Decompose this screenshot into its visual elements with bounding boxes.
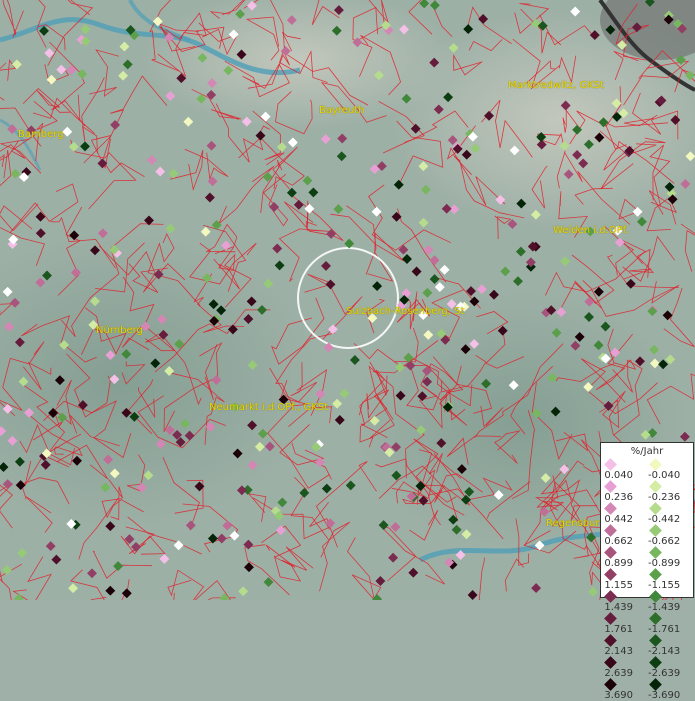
legend-value: 0.442 bbox=[604, 514, 633, 525]
legend-swatch-icon bbox=[649, 633, 662, 647]
legend-swatch-icon bbox=[649, 523, 662, 537]
legend-unit: %/Jahr bbox=[630, 446, 664, 457]
legend-swatch-icon bbox=[604, 677, 617, 691]
legend-row: 1.761 -1.761 bbox=[603, 611, 693, 635]
legend-row: 0.040 -0.040 bbox=[603, 457, 693, 481]
legend-swatch-icon bbox=[649, 567, 662, 581]
legend-value: -1.761 bbox=[648, 624, 681, 635]
legend-row: 1.155 -1.155 bbox=[603, 567, 693, 591]
legend-value: 2.639 bbox=[604, 668, 633, 679]
legend-row: 0.899 -0.899 bbox=[603, 545, 693, 569]
legend-swatch-icon bbox=[649, 677, 662, 691]
legend-value: 2.143 bbox=[604, 646, 633, 657]
legend-value: 1.761 bbox=[604, 624, 633, 635]
city-label-weiden[interactable]: Weiden i.d.OPf. bbox=[553, 225, 629, 236]
legend-table: 0.040 -0.040 0.236 -0.236 0.442 -0.442 0.662 -0… bbox=[603, 457, 693, 701]
legend-value: -2.143 bbox=[648, 646, 681, 657]
legend-swatch-icon bbox=[604, 523, 617, 537]
legend-swatch-icon bbox=[604, 633, 617, 647]
legend-swatch-icon bbox=[649, 501, 662, 515]
legend-swatch-icon bbox=[604, 501, 617, 515]
legend-value: 0.662 bbox=[604, 536, 633, 547]
legend-value: 0.899 bbox=[604, 558, 633, 569]
legend-value: 1.155 bbox=[604, 580, 633, 591]
legend-swatch-icon bbox=[649, 611, 662, 625]
legend-value: -0.899 bbox=[648, 558, 681, 569]
legend-swatch-icon bbox=[604, 655, 617, 669]
legend-value: 0.040 bbox=[604, 470, 633, 481]
legend-value: -0.442 bbox=[648, 514, 681, 525]
legend-swatch-icon bbox=[649, 655, 662, 669]
legend: %/Jahr 0.040 -0.040 0.236 -0.236 0.442 -0.442… bbox=[600, 442, 694, 701]
legend-row: 2.143 -2.143 bbox=[603, 633, 693, 657]
legend-row: 0.236 -0.236 bbox=[603, 479, 693, 503]
city-label-regensburg[interactable]: Regensburg bbox=[546, 518, 606, 529]
legend-row: 0.662 -0.662 bbox=[603, 523, 693, 547]
legend-swatch-icon bbox=[649, 457, 662, 471]
city-label-marktredwitz[interactable]: Marktredwitz, GKSt bbox=[508, 80, 604, 91]
legend-row: 1.439 -1.439 bbox=[603, 589, 693, 613]
legend-value: -0.236 bbox=[648, 492, 681, 503]
legend-row: 0.442 -0.442 bbox=[603, 501, 693, 525]
legend-swatch-icon bbox=[649, 589, 662, 603]
legend-swatch-icon bbox=[604, 611, 617, 625]
legend-value: -1.439 bbox=[648, 602, 681, 613]
legend-swatch-icon bbox=[649, 479, 662, 493]
legend-swatch-icon bbox=[604, 545, 617, 559]
city-label-nuernberg[interactable]: Nürnberg bbox=[96, 325, 143, 336]
legend-value: -1.155 bbox=[648, 580, 681, 591]
city-label-bayreuth[interactable]: Bayreuth bbox=[319, 105, 365, 116]
legend-swatch-icon bbox=[604, 457, 617, 471]
legend-swatch-icon bbox=[604, 567, 617, 581]
legend-value: -2.639 bbox=[648, 668, 681, 679]
legend-value: -0.662 bbox=[648, 536, 681, 547]
city-label-sulzbach-rosenberg[interactable]: Sulzbach-Rosenberg, St bbox=[346, 306, 464, 317]
legend-row: 3.690 -3.690 bbox=[603, 677, 693, 701]
legend-swatch-icon bbox=[604, 589, 617, 603]
legend-swatch-icon bbox=[604, 479, 617, 493]
legend-row: 2.639 -2.639 bbox=[603, 655, 693, 679]
legend-value: -0.040 bbox=[648, 470, 681, 481]
legend-value: -3.690 bbox=[648, 690, 681, 701]
city-label-bamberg[interactable]: Bamberg bbox=[18, 129, 64, 140]
legend-swatch-icon bbox=[649, 545, 662, 559]
city-label-neumarkt[interactable]: Neumarkt i.d.OPf., GKSt bbox=[209, 402, 328, 413]
legend-value: 0.236 bbox=[604, 492, 633, 503]
legend-value: 3.690 bbox=[604, 690, 633, 701]
legend-value: 1.439 bbox=[604, 602, 633, 613]
